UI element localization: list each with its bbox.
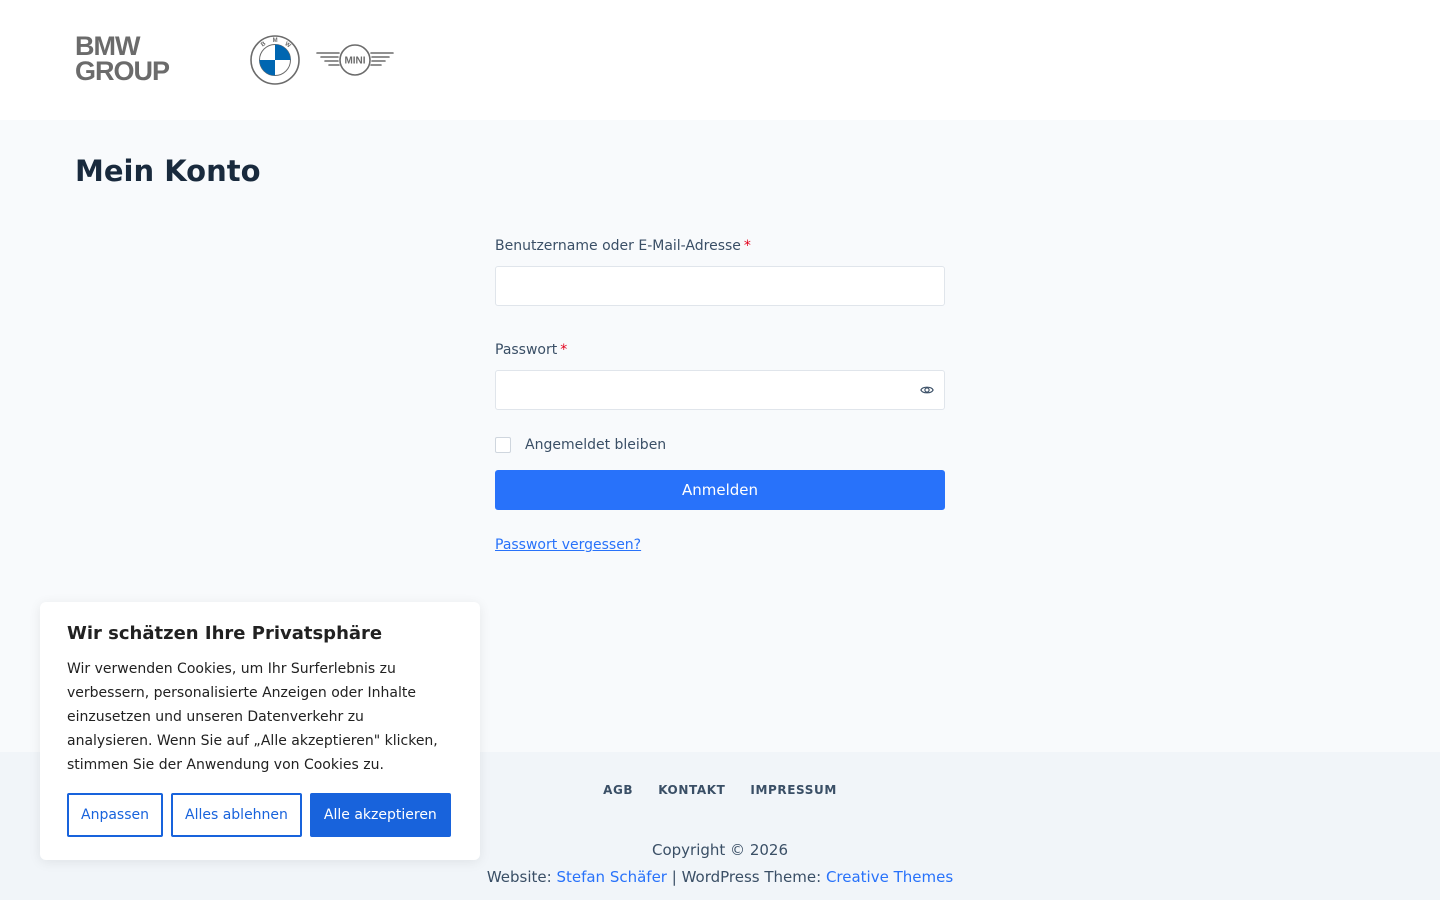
footer-credits: Website: Stefan Schäfer | WordPress Them… xyxy=(0,868,1440,886)
remember-me-label[interactable]: Angemeldet bleiben xyxy=(525,437,666,453)
login-form: Benutzername oder E-Mail-Adresse * Passwo… xyxy=(495,236,945,553)
credits-prefix: Website: xyxy=(486,868,557,886)
footer-link-kontakt[interactable]: KONTAKT xyxy=(658,783,725,797)
cookie-buttons: Anpassen Alles ablehnen Alle akzeptieren xyxy=(67,793,453,837)
mini-wings-icon[interactable]: MINI xyxy=(315,40,395,80)
show-password-eye-icon[interactable] xyxy=(920,383,934,397)
username-label: Benutzername oder E-Mail-Adresse * xyxy=(495,236,945,256)
page-title: Mein Konto xyxy=(75,154,261,188)
login-button[interactable]: Anmelden xyxy=(495,470,945,510)
remember-me-row: Angemeldet bleiben xyxy=(495,437,945,453)
bmw-group-logo[interactable]: BMW GROUP xyxy=(75,33,170,86)
remember-me-checkbox[interactable] xyxy=(495,437,511,453)
credits-author-link[interactable]: Stefan Schäfer xyxy=(556,868,667,886)
cookie-customize-button[interactable]: Anpassen xyxy=(67,793,163,837)
credits-theme-link[interactable]: Creative Themes xyxy=(826,868,953,886)
password-label-text: Passwort xyxy=(495,342,558,358)
brand-line-2: GROUP xyxy=(75,56,170,86)
username-group: Benutzername oder E-Mail-Adresse * xyxy=(495,236,945,306)
footer-link-impressum[interactable]: IMPRESSUM xyxy=(750,783,836,797)
password-group: Passwort * xyxy=(495,340,945,410)
password-wrapper xyxy=(495,370,945,410)
cookie-consent-banner: Wir schätzen Ihre Privatsphäre Wir verwe… xyxy=(40,602,480,860)
mini-logo-text: MINI xyxy=(344,56,365,67)
footer-link-agb[interactable]: AGB xyxy=(603,783,633,797)
cookie-text: Wir verwenden Cookies, um Ihr Surferlebn… xyxy=(67,661,438,773)
cookie-reject-all-button[interactable]: Alles ablehnen xyxy=(171,793,302,837)
required-mark: * xyxy=(560,342,568,358)
bmw-roundel-icon[interactable]: B M W xyxy=(250,35,300,85)
roundel-letter-m: M xyxy=(273,38,278,44)
password-label: Passwort * xyxy=(495,340,945,360)
cookie-title: Wir schätzen Ihre Privatsphäre xyxy=(67,623,383,644)
site-header: BMW GROUP B M W MINI xyxy=(0,0,1440,120)
username-label-text: Benutzername oder E-Mail-Adresse xyxy=(495,238,741,254)
username-input[interactable] xyxy=(495,266,945,306)
lost-password-link[interactable]: Passwort vergessen? xyxy=(495,537,641,553)
credits-middle: | WordPress Theme: xyxy=(666,868,826,886)
password-input[interactable] xyxy=(495,370,945,410)
required-mark: * xyxy=(743,238,751,254)
cookie-accept-all-button[interactable]: Alle akzeptieren xyxy=(309,793,451,837)
